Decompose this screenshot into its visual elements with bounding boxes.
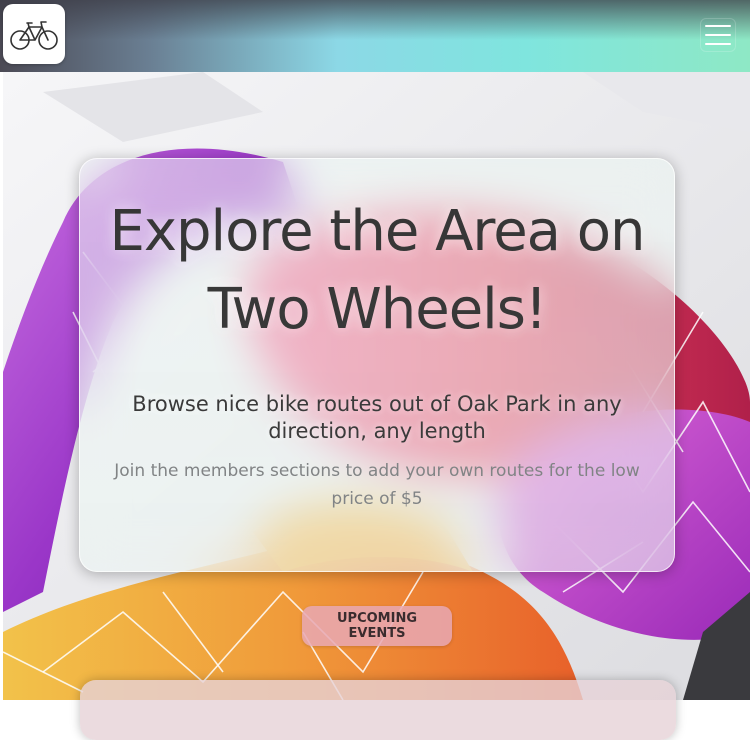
next-section-card bbox=[80, 680, 676, 740]
hamburger-line bbox=[705, 43, 731, 45]
hero-subtitle: Browse nice bike routes out of Oak Park … bbox=[132, 392, 622, 443]
hero-title: Explore the Area on Two Wheels! bbox=[109, 199, 645, 342]
hamburger-line bbox=[705, 34, 731, 36]
upcoming-events-button[interactable]: UPCOMING EVENTS bbox=[302, 606, 452, 646]
hero-glass-card: Explore the Area on Two Wheels! Browse n… bbox=[79, 158, 675, 572]
hamburger-line bbox=[705, 25, 731, 27]
menu-toggle-button[interactable] bbox=[700, 18, 736, 52]
bicycle-icon bbox=[10, 21, 58, 50]
top-navbar bbox=[0, 0, 750, 72]
home-logo-link[interactable] bbox=[3, 4, 65, 64]
membership-note: Join the members sections to add your ow… bbox=[114, 461, 640, 509]
